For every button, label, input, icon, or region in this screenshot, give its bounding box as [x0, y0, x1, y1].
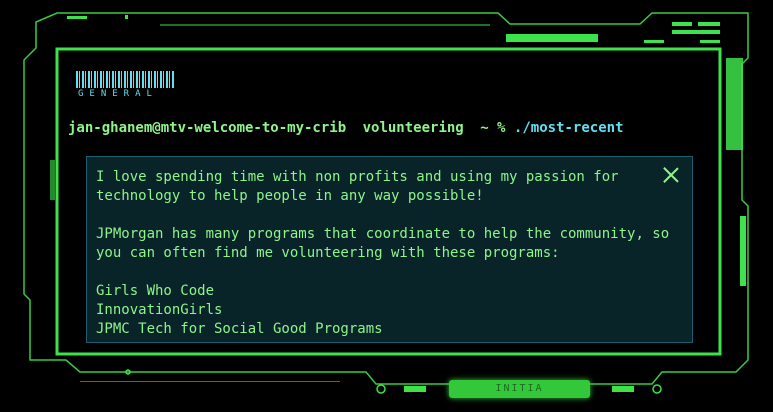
directory: volunteering	[362, 120, 464, 136]
prompt-symbol: ~ %	[480, 120, 506, 136]
barcode-icon	[76, 71, 175, 88]
popup-line-2: technology to help people in any way pos…	[96, 188, 484, 204]
section-label: GENERAL	[78, 89, 158, 99]
close-icon[interactable]	[663, 167, 679, 183]
popup-line-3: JPMorgan has many programs that coordina…	[96, 226, 670, 242]
popup-line-1: I love spending time with non profits an…	[96, 169, 619, 185]
user-host: jan-ghanem@mtv-welcome-to-my-crib	[68, 120, 347, 136]
command: ./most-recent	[513, 120, 624, 136]
program-item: InnovationGirls	[96, 302, 223, 318]
popup-line-4: you can often find me volunteering with …	[96, 245, 560, 261]
terminal-prompt: jan-ghanem@mtv-welcome-to-my-crib volunt…	[68, 120, 624, 136]
program-item: JPMC Tech for Social Good Programs	[96, 321, 383, 337]
bottom-tab[interactable]: INITIA	[449, 380, 590, 398]
program-item: Girls Who Code	[96, 283, 215, 299]
message-popup: I love spending time with non profits an…	[86, 156, 693, 343]
